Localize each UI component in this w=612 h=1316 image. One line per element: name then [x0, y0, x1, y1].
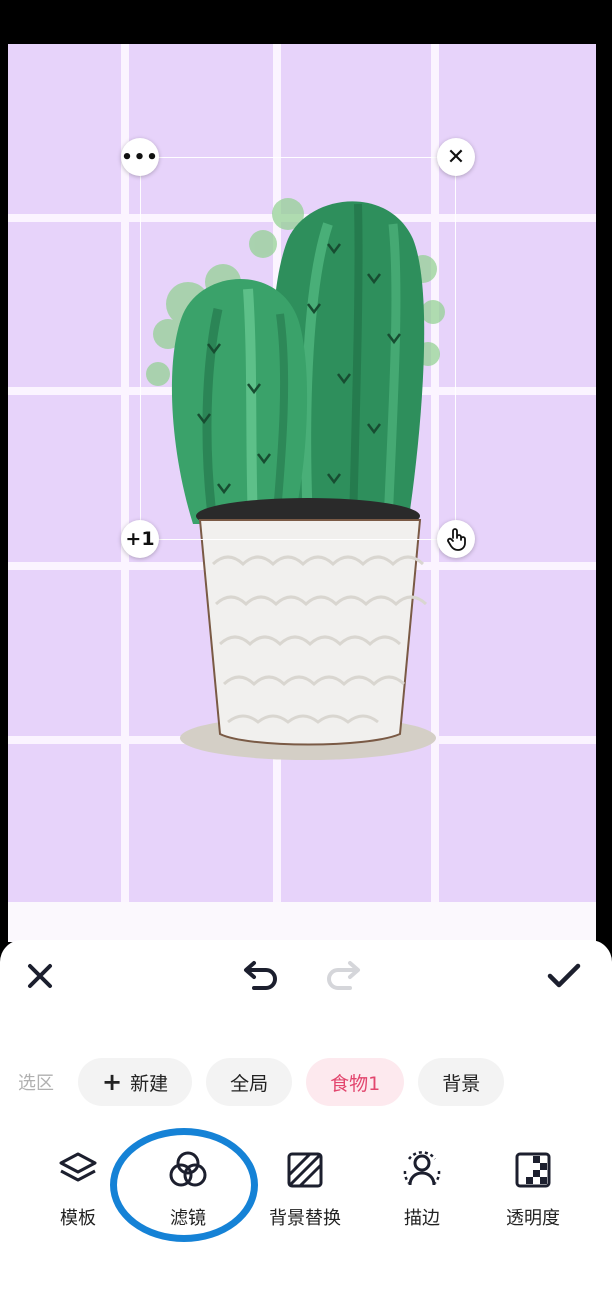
drag-handle[interactable] [437, 520, 475, 558]
close-icon: ✕ [446, 144, 466, 170]
undo-icon [244, 961, 277, 990]
plus-one-label: +1 [125, 528, 155, 550]
undo-button[interactable] [240, 956, 282, 994]
more-icon: ••• [121, 146, 159, 168]
chip-global[interactable]: 全局 [206, 1058, 293, 1106]
tool-opacity[interactable]: 透明度 [478, 1148, 588, 1230]
tool-label: 背景替换 [269, 1208, 341, 1229]
delete-selection-button[interactable]: ✕ [437, 138, 475, 176]
tool-label: 透明度 [506, 1208, 560, 1229]
redo-icon [327, 961, 360, 990]
chip-label: 背景 [442, 1072, 481, 1095]
selection-chips: 选区 + 新建 全局 食物1 背景 [18, 1058, 505, 1106]
confirm-button[interactable] [544, 958, 584, 994]
close-icon [28, 964, 52, 988]
background-replace-icon [287, 1152, 323, 1188]
tool-background-replace[interactable]: 背景替换 [250, 1148, 360, 1230]
more-options-button[interactable]: ••• [121, 138, 159, 176]
tools-row: 模板 滤镜 背景替换 描边 透明度 [0, 1148, 612, 1248]
chip-label: 新建 [130, 1072, 169, 1095]
tool-template[interactable]: 模板 [23, 1148, 133, 1230]
selection-label: 选区 [18, 1073, 54, 1094]
chip-new[interactable]: + 新建 [78, 1058, 193, 1106]
tool-label: 滤镜 [170, 1208, 206, 1229]
edit-panel [0, 940, 612, 1316]
layers-icon [59, 1152, 97, 1182]
redo-button[interactable] [322, 956, 364, 994]
tool-filter[interactable]: 滤镜 [133, 1148, 243, 1230]
plus-icon: + [102, 1068, 123, 1096]
chip-label: 食物1 [330, 1072, 381, 1095]
tool-label: 描边 [404, 1208, 440, 1229]
chip-label: 全局 [230, 1072, 269, 1095]
close-button[interactable] [22, 958, 58, 994]
chip-background[interactable]: 背景 [418, 1058, 505, 1106]
filter-circles-icon [169, 1151, 207, 1187]
tool-label: 模板 [60, 1208, 96, 1229]
hand-icon [447, 528, 466, 551]
chip-food1[interactable]: 食物1 [306, 1058, 405, 1106]
opacity-icon [515, 1152, 551, 1188]
duplicate-button[interactable]: +1 [121, 520, 159, 558]
check-icon [547, 963, 581, 988]
outline-person-icon [403, 1151, 441, 1186]
tool-outline[interactable]: 描边 [367, 1148, 477, 1230]
selection-box[interactable] [140, 157, 456, 540]
